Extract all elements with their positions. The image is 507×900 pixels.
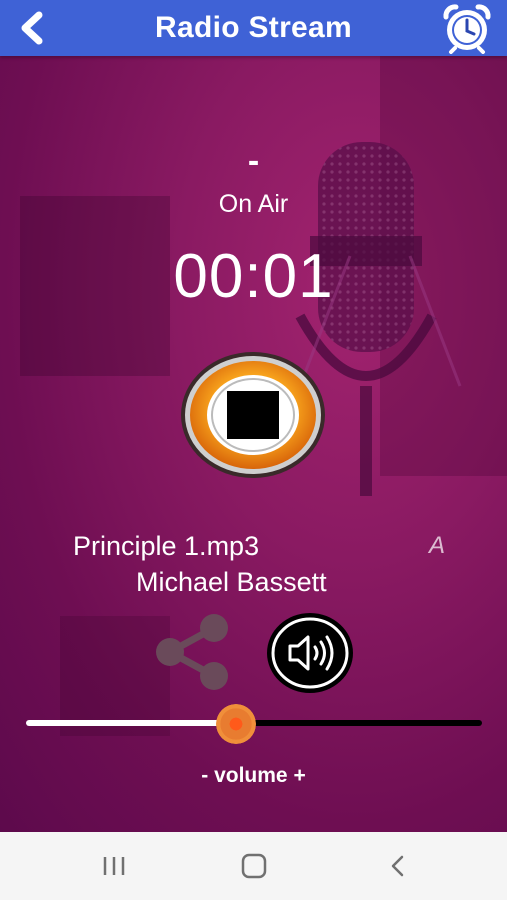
volume-label: - volume + [201,764,306,787]
recents-icon [103,857,125,875]
alarm-button[interactable] [441,2,493,54]
artist-name: Michael Bassett [136,567,327,597]
speaker-icon [267,613,353,693]
volume-slider-filled-track [26,720,236,726]
app-bar: Radio Stream [0,0,507,56]
chevron-left-icon [21,11,43,45]
song-title: Principle 1.mp3 [73,531,260,561]
share-icon [156,614,228,690]
alarm-clock-icon [443,4,491,54]
stream-status: On Air [218,190,289,218]
stop-icon [181,352,325,478]
volume-slider[interactable] [26,704,482,744]
track-title: - [247,142,260,180]
volume-slider-track [236,720,482,726]
system-back-button[interactable] [368,846,428,886]
share-button[interactable] [150,612,236,692]
back-icon [391,855,404,877]
recents-button[interactable] [84,846,144,886]
stop-button[interactable] [179,350,327,480]
page-title: Radio Stream [155,11,352,44]
player-stage: - On Air 00:01 Principle 1.mp3 A Michael… [0,56,507,832]
home-button[interactable] [224,846,284,886]
system-navigation-bar [0,832,507,900]
back-button[interactable] [12,8,52,48]
home-icon [241,853,267,879]
elapsed-timer: 00:01 [173,242,334,311]
scrolling-text-fragment: A [429,532,446,559]
mute-toggle-button[interactable] [266,612,354,694]
volume-slider-thumb[interactable] [216,704,256,744]
